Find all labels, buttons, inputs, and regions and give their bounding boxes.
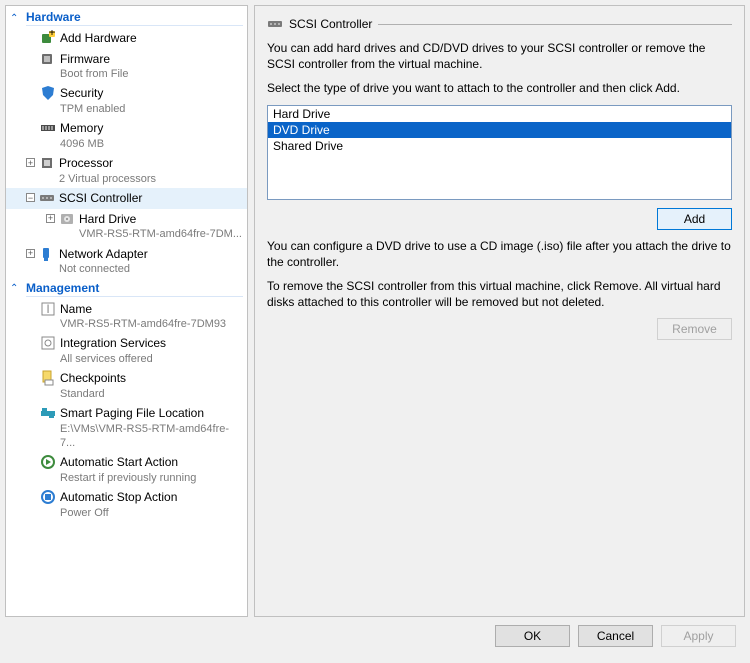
auto-start-icon: [40, 454, 56, 470]
section-hardware[interactable]: ⌃ Hardware: [6, 8, 247, 28]
firmware-icon: [40, 51, 56, 67]
sublabel: TPM enabled: [60, 102, 125, 116]
checkpoints-icon: [40, 370, 56, 386]
drive-type-item[interactable]: Hard Drive: [268, 106, 731, 122]
sublabel: All services offered: [60, 352, 166, 366]
sublabel: Power Off: [60, 506, 177, 520]
node-network-adapter[interactable]: + Network Adapter Not connected: [6, 244, 247, 279]
node-security[interactable]: Security TPM enabled: [6, 83, 247, 118]
ok-button[interactable]: OK: [495, 625, 570, 647]
node-add-hardware[interactable]: + Add Hardware: [6, 28, 247, 49]
node-auto-stop[interactable]: Automatic Stop Action Power Off: [6, 487, 247, 522]
settings-tree[interactable]: ⌃ Hardware + Add Hardware Firmware Boot …: [5, 5, 248, 617]
dvd-note: You can configure a DVD drive to use a C…: [267, 238, 732, 270]
label: Memory: [60, 121, 104, 137]
chevron-up-icon: ⌃: [10, 283, 20, 294]
node-auto-start[interactable]: Automatic Start Action Restart if previo…: [6, 452, 247, 487]
scsi-icon: [267, 16, 283, 32]
svg-text:I: I: [46, 302, 49, 316]
label: Automatic Start Action: [60, 455, 196, 471]
divider: [378, 24, 732, 25]
node-name[interactable]: I Name VMR-RS5-RTM-amd64fre-7DM93: [6, 299, 247, 334]
svg-text:+: +: [48, 30, 55, 39]
shield-icon: [40, 85, 56, 101]
add-button[interactable]: Add: [657, 208, 732, 230]
sublabel: E:\VMs\VMR-RS5-RTM-amd64fre-7...: [60, 422, 243, 451]
add-hardware-icon: +: [40, 30, 56, 46]
sublabel: VMR-RS5-RTM-amd64fre-7DM...: [79, 227, 242, 241]
expand-icon[interactable]: +: [26, 158, 35, 167]
scsi-icon: [39, 190, 55, 206]
integration-icon: [40, 335, 56, 351]
label: Checkpoints: [60, 371, 126, 387]
detail-header: SCSI Controller: [267, 16, 732, 32]
processor-icon: [39, 155, 55, 171]
name-icon: I: [40, 301, 56, 317]
node-smart-paging[interactable]: Smart Paging File Location E:\VMs\VMR-RS…: [6, 403, 247, 452]
chevron-up-icon: ⌃: [10, 13, 20, 24]
sublabel: 4096 MB: [60, 137, 104, 151]
node-integration-services[interactable]: Integration Services All services offere…: [6, 333, 247, 368]
sublabel: 2 Virtual processors: [59, 172, 156, 186]
dialog-footer: OK Cancel Apply: [0, 617, 750, 663]
label: Smart Paging File Location: [60, 406, 243, 422]
sublabel: Boot from File: [60, 67, 128, 81]
detail-title: SCSI Controller: [289, 17, 372, 31]
remove-note: To remove the SCSI controller from this …: [267, 278, 732, 310]
sublabel: Standard: [60, 387, 126, 401]
node-checkpoints[interactable]: Checkpoints Standard: [6, 368, 247, 403]
paging-icon: [40, 405, 56, 421]
detail-panel: SCSI Controller You can add hard drives …: [254, 5, 745, 617]
label: Network Adapter: [59, 247, 148, 263]
section-title: Management: [26, 281, 243, 297]
network-icon: [39, 246, 55, 262]
auto-stop-icon: [40, 489, 56, 505]
select-prompt: Select the type of drive you want to att…: [267, 80, 732, 96]
expand-icon[interactable]: +: [26, 249, 35, 258]
node-processor[interactable]: + Processor 2 Virtual processors: [6, 153, 247, 188]
sublabel: VMR-RS5-RTM-amd64fre-7DM93: [60, 317, 226, 331]
label: SCSI Controller: [59, 191, 142, 207]
label: Add Hardware: [60, 31, 137, 47]
cancel-button[interactable]: Cancel: [578, 625, 653, 647]
drive-type-list[interactable]: Hard DriveDVD DriveShared Drive: [267, 105, 732, 200]
apply-button[interactable]: Apply: [661, 625, 736, 647]
collapse-icon[interactable]: −: [26, 193, 35, 202]
node-firmware[interactable]: Firmware Boot from File: [6, 49, 247, 84]
hard-drive-icon: [59, 211, 75, 227]
section-management[interactable]: ⌃ Management: [6, 279, 247, 299]
label: Hard Drive: [79, 212, 242, 228]
label: Automatic Stop Action: [60, 490, 177, 506]
section-title: Hardware: [26, 10, 243, 26]
intro-text: You can add hard drives and CD/DVD drive…: [267, 40, 732, 72]
label: Processor: [59, 156, 156, 172]
label: Name: [60, 302, 226, 318]
label: Firmware: [60, 52, 128, 68]
node-memory[interactable]: Memory 4096 MB: [6, 118, 247, 153]
drive-type-item[interactable]: DVD Drive: [268, 122, 731, 138]
expand-icon[interactable]: +: [46, 214, 55, 223]
sublabel: Not connected: [59, 262, 148, 276]
memory-icon: [40, 120, 56, 136]
remove-button[interactable]: Remove: [657, 318, 732, 340]
node-hard-drive[interactable]: + Hard Drive VMR-RS5-RTM-amd64fre-7DM...: [6, 209, 247, 244]
label: Security: [60, 86, 125, 102]
node-scsi-controller[interactable]: − SCSI Controller: [6, 188, 247, 209]
label: Integration Services: [60, 336, 166, 352]
drive-type-item[interactable]: Shared Drive: [268, 138, 731, 154]
sublabel: Restart if previously running: [60, 471, 196, 485]
